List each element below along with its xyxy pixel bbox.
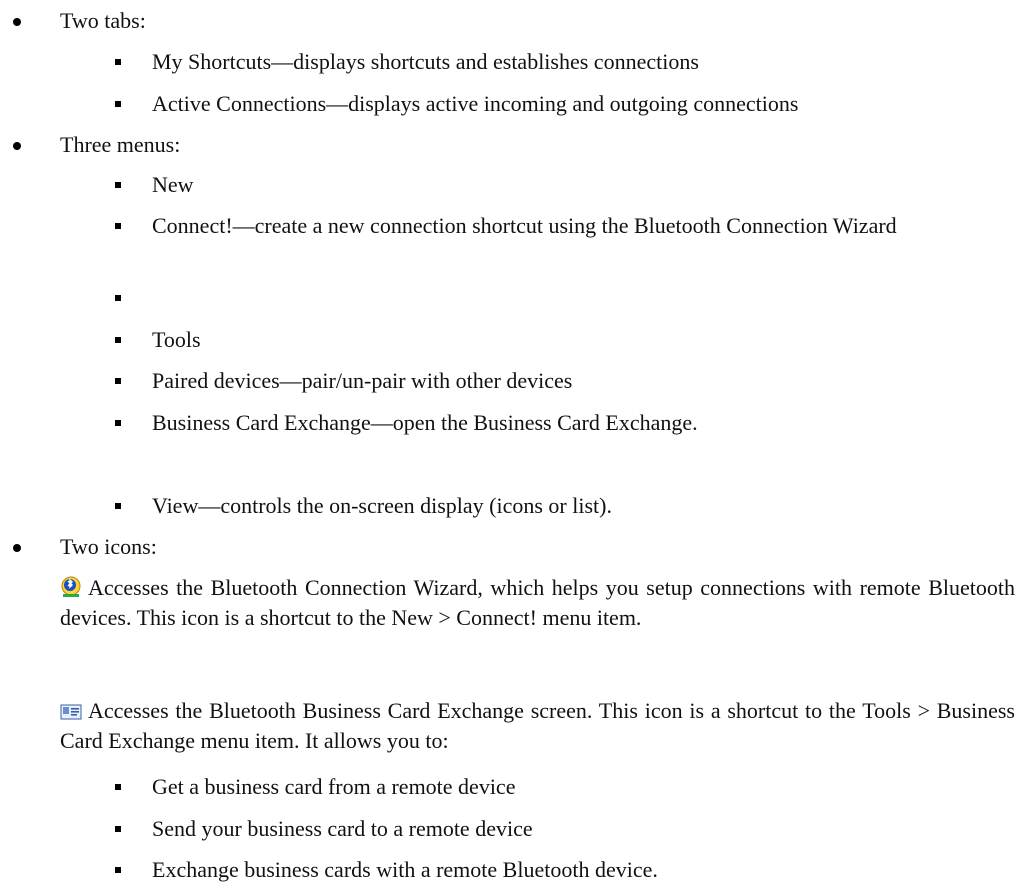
bluetooth-wizard-icon: [60, 576, 82, 604]
business-card-icon: [60, 700, 82, 727]
menu-new-connect-item: Connect!—create a new connection shortcu…: [152, 213, 897, 238]
bullet: [115, 223, 121, 229]
bullet: [115, 867, 121, 873]
menus-heading: Three menus:: [60, 132, 181, 157]
bullet: [115, 420, 121, 426]
bullet: [115, 295, 121, 301]
tab-active-connections-item: Active Connections—displays active incom…: [152, 91, 799, 116]
menu-new-label: New: [152, 172, 194, 197]
bullet: [115, 503, 121, 509]
wizard-icon-paragraph: Accesses the Bluetooth Connection Wizard…: [60, 574, 1015, 631]
bullet: [13, 18, 21, 26]
bullet: [115, 337, 121, 343]
menu-tools-paired-devices-item: Paired devices—pair/un-pair with other d…: [152, 368, 573, 393]
menu-view-item: View—controls the on-screen display (ico…: [152, 493, 612, 518]
bullet: [115, 784, 121, 790]
menu-tools-label: Tools: [152, 327, 201, 352]
card-icon-description: Accesses the Bluetooth Business Card Exc…: [60, 698, 1015, 753]
card-item-get: Get a business card from a remote device: [152, 774, 516, 799]
tab-my-shortcuts-item: My Shortcuts—displays shortcuts and esta…: [152, 49, 699, 74]
bullet: [13, 142, 21, 150]
bullet: [115, 378, 121, 384]
icons-heading: Two icons:: [60, 534, 157, 559]
bullet: [115, 182, 121, 188]
card-icon-paragraph: Accesses the Bluetooth Business Card Exc…: [60, 697, 1015, 754]
card-item-exchange: Exchange business cards with a remote Bl…: [152, 857, 658, 882]
card-item-send: Send your business card to a remote devi…: [152, 816, 533, 841]
bullet: [115, 826, 121, 832]
bullet: [115, 101, 121, 107]
tabs-heading: Two tabs:: [60, 8, 146, 33]
wizard-icon-description: Accesses the Bluetooth Connection Wizard…: [60, 575, 1015, 630]
bullet: [13, 544, 21, 552]
bullet: [115, 59, 121, 65]
menu-tools-business-card-item: Business Card Exchange—open the Business…: [152, 410, 698, 435]
